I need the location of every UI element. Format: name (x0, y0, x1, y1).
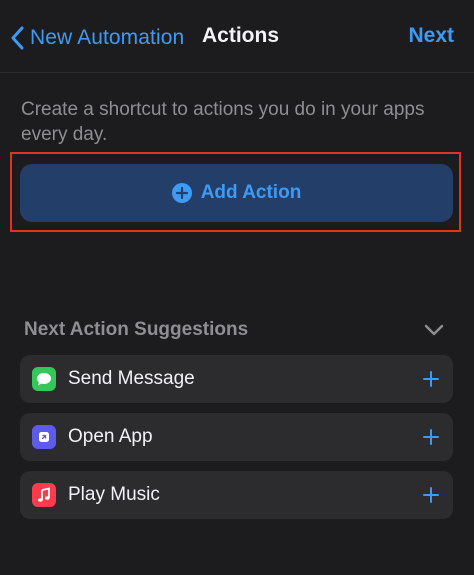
suggestion-label: Send Message (68, 368, 195, 389)
open-app-icon (32, 425, 56, 449)
suggestion-open-app[interactable]: Open App (20, 413, 453, 461)
suggestions-title: Next Action Suggestions (24, 319, 249, 340)
add-icon[interactable] (423, 487, 439, 503)
messages-icon (32, 367, 56, 391)
chevron-left-icon (11, 26, 24, 50)
music-icon (32, 483, 56, 507)
suggestion-send-message[interactable]: Send Message (20, 355, 453, 403)
back-button[interactable]: New Automation (10, 22, 184, 54)
add-action-button[interactable]: Add Action (20, 164, 453, 222)
navigation-bar: New Automation Actions Next (0, 0, 474, 74)
page-title: Actions (202, 24, 280, 47)
automation-actions-screen: New Automation Actions Next Create a sho… (0, 0, 474, 575)
next-button[interactable]: Next (408, 24, 454, 48)
back-button-label: New Automation (30, 26, 185, 49)
description-text: Create a shortcut to actions you do in y… (21, 99, 425, 145)
chevron-down-icon[interactable] (424, 324, 444, 336)
add-circle-icon (171, 183, 192, 203)
add-icon[interactable] (423, 371, 439, 387)
suggestion-label: Open App (68, 426, 153, 447)
nav-divider (0, 72, 474, 73)
suggestion-play-music[interactable]: Play Music (20, 471, 453, 519)
add-action-label: Add Action (200, 182, 302, 203)
suggestions-header: Next Action Suggestions (24, 316, 444, 344)
suggestion-label: Play Music (68, 484, 160, 505)
add-icon[interactable] (423, 429, 439, 445)
